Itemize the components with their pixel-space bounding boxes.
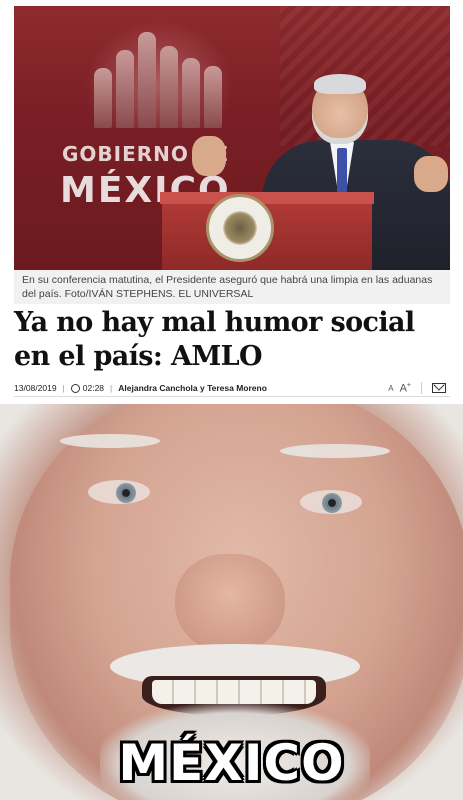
- photo-caption: En su conferencia matutina, el President…: [14, 270, 450, 304]
- article-authors: Alejandra Canchola y Teresa Moreno: [118, 383, 267, 393]
- mail-icon[interactable]: [432, 383, 446, 393]
- tie: [337, 148, 347, 196]
- article-date: 13/08/2019: [14, 383, 57, 393]
- font-increase-icon[interactable]: A+: [400, 382, 411, 395]
- meme-photo: MÉXICO: [0, 404, 463, 800]
- news-photo: GOBIERNO DE MÉXICO: [14, 6, 450, 270]
- font-increase-plus: +: [406, 381, 411, 389]
- separator: |: [62, 383, 65, 393]
- article-headline: Ya no hay mal humor social en el país: A…: [14, 307, 415, 372]
- font-decrease-icon[interactable]: A: [388, 384, 393, 393]
- article-time: 02:28: [82, 383, 105, 393]
- right-eye: [300, 490, 362, 514]
- clock-icon: [70, 383, 80, 393]
- podium-top: [160, 192, 374, 204]
- right-eyebrow: [280, 444, 390, 458]
- meme-caption: MÉXICO: [118, 734, 345, 792]
- nose: [175, 554, 285, 654]
- eagle-emblem: [223, 211, 257, 245]
- left-eye: [88, 480, 150, 504]
- divider: [421, 382, 422, 394]
- right-hand: [414, 156, 448, 192]
- left-hand: [192, 136, 226, 176]
- separator: |: [110, 383, 113, 393]
- hair: [314, 74, 366, 94]
- article-meta-bar: 13/08/2019 | 02:28 | Alejandra Canchola …: [14, 380, 450, 397]
- seal-icon: [206, 194, 274, 262]
- left-eyebrow: [60, 434, 160, 448]
- teeth: [152, 680, 316, 704]
- font-increase-letter: A: [399, 382, 407, 395]
